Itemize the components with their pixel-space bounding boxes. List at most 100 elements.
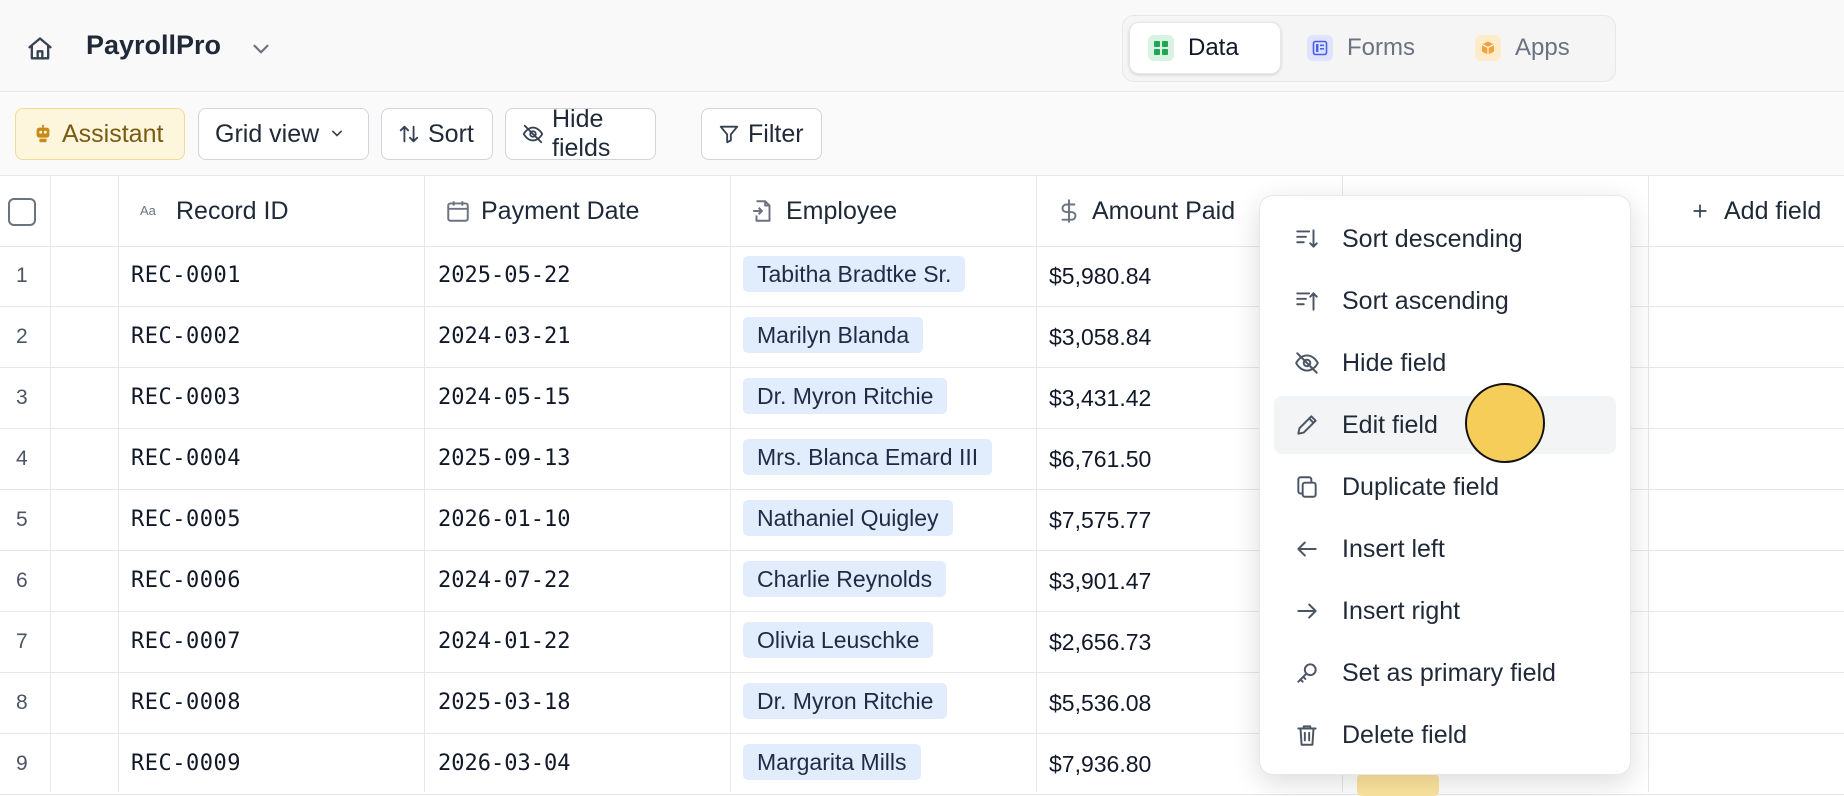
payment-date-cell[interactable]: 2026-03-04: [438, 751, 570, 776]
menu-item-label: Hide field: [1342, 348, 1447, 377]
eye-off-icon: [1294, 350, 1320, 376]
form-icon: [1307, 35, 1333, 61]
menu-item-edit-field[interactable]: Edit field: [1274, 396, 1616, 454]
filter-button[interactable]: Filter: [701, 108, 822, 160]
view-toolbar: Assistant Grid view Sort Hide fields Fil…: [0, 92, 1844, 176]
payment-date-cell[interactable]: 2025-09-13: [438, 446, 570, 471]
menu-item-sort-descending[interactable]: Sort descending: [1274, 210, 1616, 268]
calendar-icon: [445, 198, 471, 224]
amount-cell[interactable]: $2,656.73: [1049, 629, 1151, 656]
employee-chip[interactable]: Charlie Reynolds: [743, 561, 947, 597]
tab-apps[interactable]: Apps: [1457, 22, 1607, 74]
field-context-menu: Sort descending Sort ascending Hide fiel…: [1259, 195, 1631, 775]
menu-item-label: Insert right: [1342, 596, 1461, 625]
filter-icon: [718, 123, 740, 145]
section-switcher: Data Forms Apps: [1122, 15, 1616, 82]
link-record-icon: [750, 198, 776, 224]
amount-cell[interactable]: $6,761.50: [1049, 446, 1151, 473]
record-id-cell[interactable]: REC-0007: [131, 629, 241, 654]
menu-item-set-primary-field[interactable]: Set as primary field: [1274, 644, 1616, 702]
tab-forms-label: Forms: [1347, 34, 1415, 61]
record-id-cell[interactable]: REC-0009: [131, 751, 241, 776]
record-id-cell[interactable]: REC-0006: [131, 568, 241, 593]
amount-cell[interactable]: $3,431.42: [1049, 385, 1151, 412]
arrow-right-icon: [1294, 598, 1320, 624]
box-icon: [1475, 35, 1501, 61]
payment-date-cell[interactable]: 2024-05-15: [438, 385, 570, 410]
payment-date-cell[interactable]: 2025-05-22: [438, 263, 570, 288]
chevron-down-icon: [327, 123, 349, 145]
menu-item-insert-left[interactable]: Insert left: [1274, 520, 1616, 578]
payment-date-cell[interactable]: 2024-01-22: [438, 629, 570, 654]
employee-chip[interactable]: Margarita Mills: [743, 744, 921, 780]
column-header-amount-paid[interactable]: Amount Paid: [1056, 176, 1235, 246]
payment-date-cell[interactable]: 2026-01-10: [438, 507, 570, 532]
row-number: 7: [16, 630, 28, 653]
record-id-cell[interactable]: REC-0005: [131, 507, 241, 532]
select-all-checkbox[interactable]: [8, 198, 36, 226]
column-label: Amount Paid: [1092, 196, 1236, 225]
add-field-button[interactable]: Add field: [1690, 176, 1821, 246]
record-id-cell[interactable]: REC-0003: [131, 385, 241, 410]
sort-arrows-icon: [398, 123, 420, 145]
copy-icon: [1294, 474, 1320, 500]
tab-forms[interactable]: Forms: [1289, 22, 1449, 74]
record-id-cell[interactable]: REC-0008: [131, 690, 241, 715]
menu-item-insert-right[interactable]: Insert right: [1274, 582, 1616, 640]
amount-cell[interactable]: $3,901.47: [1049, 568, 1151, 595]
chevron-down-icon[interactable]: [248, 36, 274, 62]
app-title: PayrollPro: [86, 30, 222, 60]
amount-cell[interactable]: $5,980.84: [1049, 263, 1151, 290]
employee-chip[interactable]: Mrs. Blanca Emard III: [743, 439, 993, 475]
menu-item-label: Set as primary field: [1342, 658, 1556, 687]
menu-item-duplicate-field[interactable]: Duplicate field: [1274, 458, 1616, 516]
column-label: Record ID: [176, 196, 289, 225]
trash-icon: [1294, 722, 1320, 748]
amount-cell[interactable]: $3,058.84: [1049, 324, 1151, 351]
filter-label: Filter: [748, 119, 804, 148]
amount-cell[interactable]: $5,536.08: [1049, 690, 1151, 717]
assistant-label: Assistant: [62, 119, 164, 148]
sort-button[interactable]: Sort: [381, 108, 493, 160]
column-header-record-id[interactable]: Aa Record ID: [140, 176, 289, 246]
sort-descending-icon: [1294, 226, 1320, 252]
payment-date-cell[interactable]: 2024-03-21: [438, 324, 570, 349]
payment-date-cell[interactable]: 2024-07-22: [438, 568, 570, 593]
hide-fields-button[interactable]: Hide fields: [505, 105, 656, 162]
tab-data[interactable]: Data: [1129, 22, 1281, 74]
sort-ascending-icon: [1294, 288, 1320, 314]
employee-chip[interactable]: Nathaniel Quigley: [743, 500, 953, 536]
menu-item-label: Sort descending: [1342, 224, 1523, 253]
row-number: 5: [16, 508, 28, 531]
employee-chip[interactable]: Tabitha Bradtke Sr.: [743, 256, 966, 292]
employee-chip[interactable]: Dr. Myron Ritchie: [743, 378, 948, 414]
row-number: 4: [16, 447, 28, 470]
column-label: Employee: [786, 196, 898, 225]
employee-chip[interactable]: Olivia Leuschke: [743, 622, 934, 658]
eye-off-icon: [522, 123, 544, 145]
payment-date-cell[interactable]: 2025-03-18: [438, 690, 570, 715]
amount-cell[interactable]: $7,936.80: [1049, 751, 1151, 778]
column-header-payment-date[interactable]: Payment Date: [445, 176, 639, 246]
employee-chip[interactable]: Marilyn Blanda: [743, 317, 924, 353]
amount-cell[interactable]: $7,575.77: [1049, 507, 1151, 534]
row-number: 1: [16, 264, 28, 287]
view-selector[interactable]: Grid view: [198, 108, 369, 160]
row-number: 9: [16, 752, 28, 775]
svg-text:Aa: Aa: [140, 203, 157, 218]
tab-apps-label: Apps: [1515, 34, 1570, 61]
employee-chip[interactable]: Dr. Myron Ritchie: [743, 683, 948, 719]
menu-item-delete-field[interactable]: Delete field: [1274, 706, 1616, 764]
menu-item-sort-ascending[interactable]: Sort ascending: [1274, 272, 1616, 330]
column-header-employee[interactable]: Employee: [750, 176, 897, 246]
assistant-button[interactable]: Assistant: [15, 108, 185, 160]
record-id-cell[interactable]: REC-0004: [131, 446, 241, 471]
status-tag[interactable]: [1357, 774, 1439, 796]
home-icon[interactable]: [26, 35, 54, 63]
record-id-cell[interactable]: REC-0001: [131, 263, 241, 288]
top-bar: PayrollPro Data Forms Apps: [0, 0, 1844, 92]
record-id-cell[interactable]: REC-0002: [131, 324, 241, 349]
menu-item-hide-field[interactable]: Hide field: [1274, 334, 1616, 392]
menu-item-label: Delete field: [1342, 720, 1468, 749]
sort-label: Sort: [428, 119, 474, 148]
